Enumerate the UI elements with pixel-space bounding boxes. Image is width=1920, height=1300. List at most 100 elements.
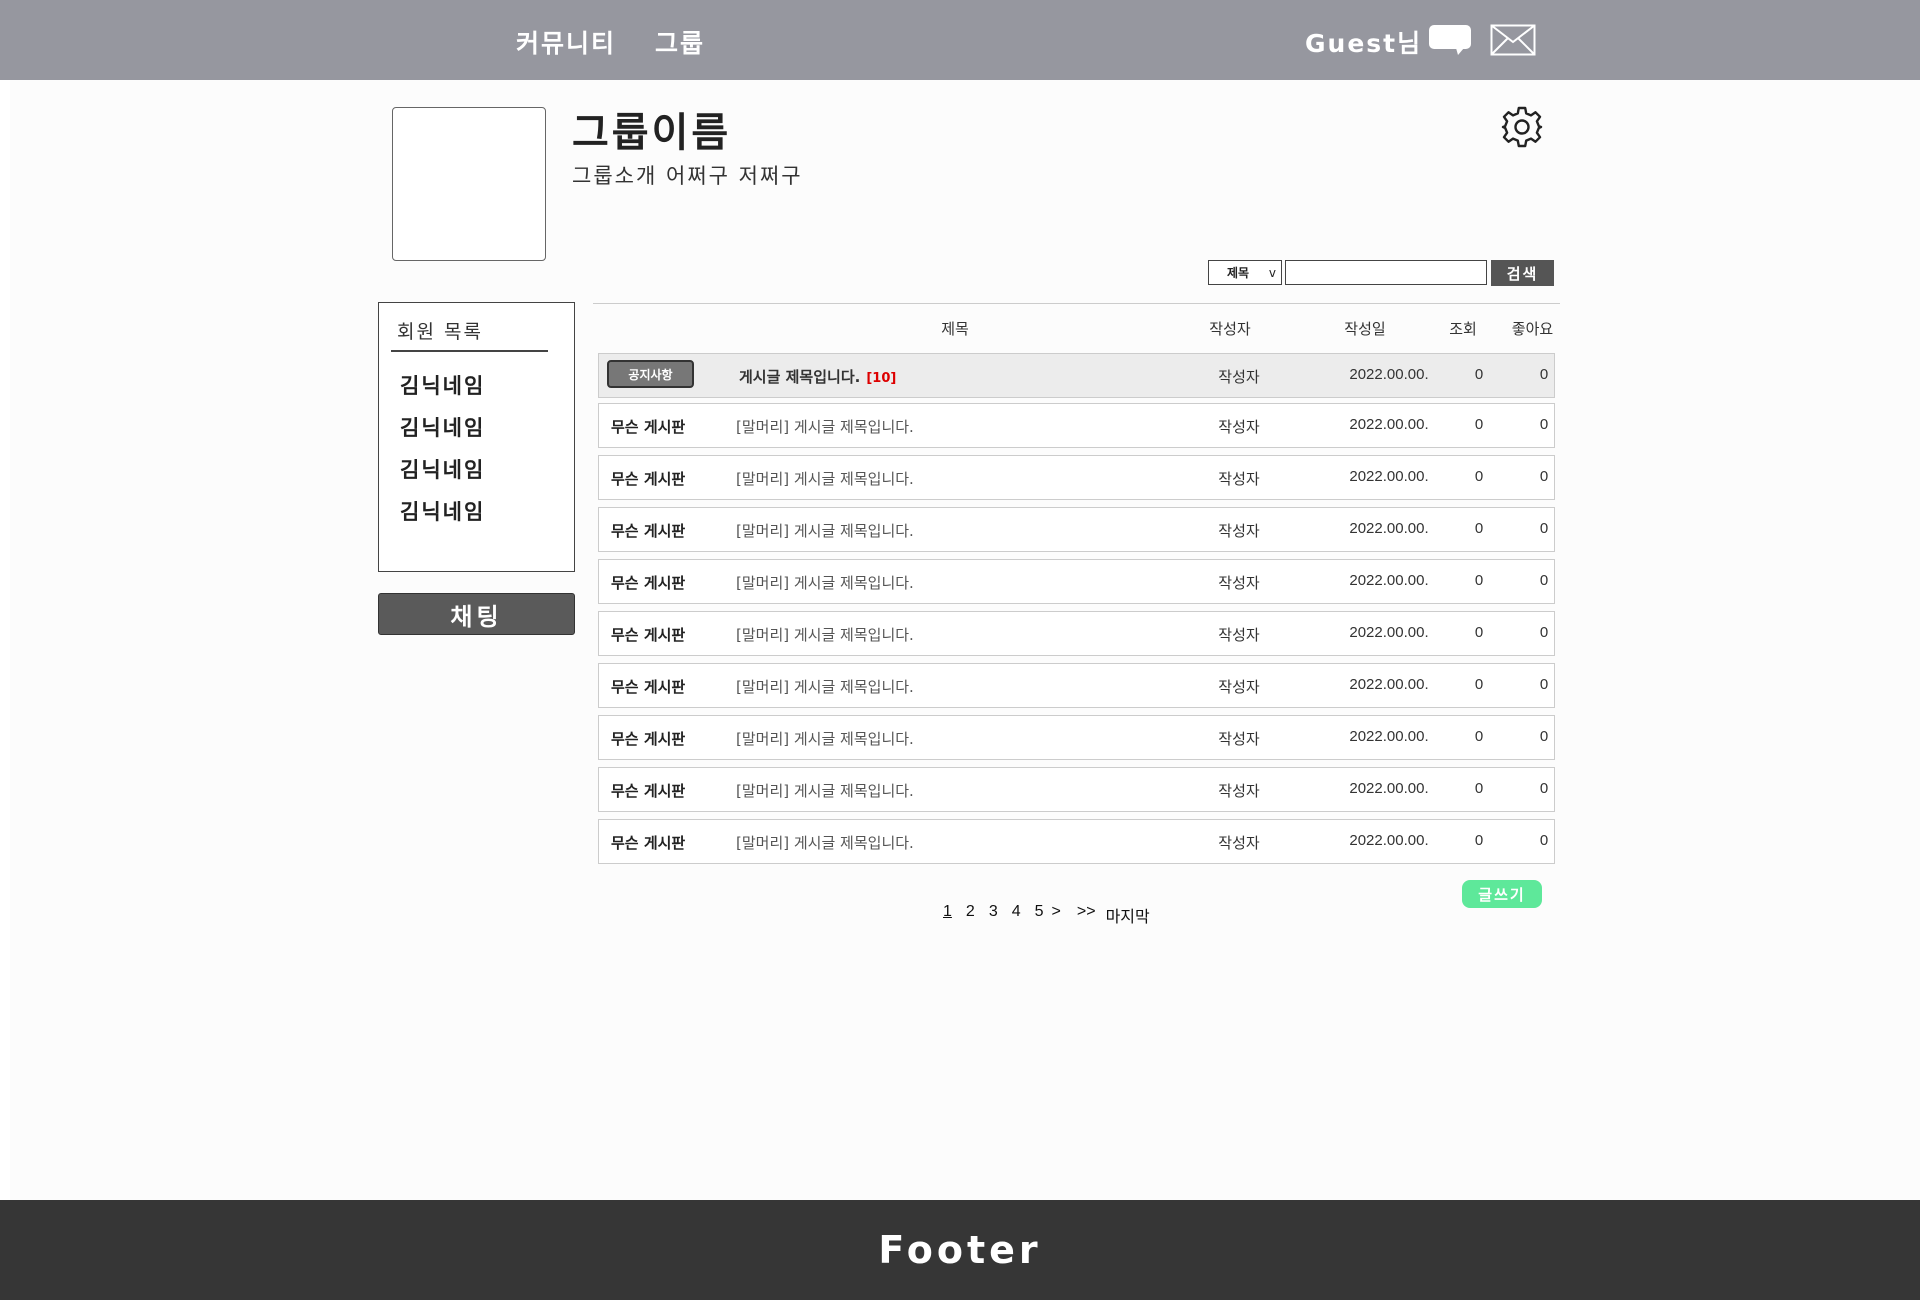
row-category: 무슨 게시판 <box>611 730 686 748</box>
row-category: 무슨 게시판 <box>611 418 686 436</box>
last-page-button[interactable]: 마지막 <box>1106 903 1150 927</box>
group-description: 그룹소개 어쩌구 저쩌구 <box>572 164 803 188</box>
table-row[interactable]: 무슨 게시판 [말머리] 게시글 제목입니다. 작성자 2022.00.00. … <box>598 455 1555 500</box>
row-date: 2022.00.00. <box>1349 624 1429 641</box>
row-category: 무슨 게시판 <box>611 782 686 800</box>
row-likes: 0 <box>1539 468 1549 485</box>
member-item[interactable]: 김닉네임 <box>400 454 485 484</box>
row-views: 0 <box>1474 676 1484 693</box>
row-views: 0 <box>1474 416 1484 433</box>
row-views: 0 <box>1474 366 1484 383</box>
row-views: 0 <box>1474 624 1484 641</box>
search-input[interactable] <box>1285 260 1487 285</box>
notice-title-text: 게시글 제목입니다. <box>739 368 861 386</box>
row-date: 2022.00.00. <box>1349 416 1429 433</box>
row-date: 2022.00.00. <box>1349 832 1429 849</box>
row-author: 작성자 <box>1218 834 1260 852</box>
member-item[interactable]: 김닉네임 <box>400 412 485 442</box>
table-row[interactable]: 무슨 게시판 [말머리] 게시글 제목입니다. 작성자 2022.00.00. … <box>598 819 1555 864</box>
row-likes: 0 <box>1539 572 1549 589</box>
chat-button[interactable]: 채팅 <box>378 593 575 635</box>
row-author: 작성자 <box>1218 368 1260 386</box>
comment-count-badge: [10] <box>866 371 897 386</box>
row-title[interactable]: [말머리] 게시글 제목입니다. <box>736 624 914 645</box>
table-row[interactable]: 무슨 게시판 [말머리] 게시글 제목입니다. 작성자 2022.00.00. … <box>598 767 1555 812</box>
row-category: 무슨 게시판 <box>611 522 686 540</box>
row-category: 무슨 게시판 <box>611 574 686 592</box>
page-link-4[interactable]: 4 <box>1012 903 1021 927</box>
row-likes: 0 <box>1539 780 1549 797</box>
column-header-views: 조회 <box>1449 320 1477 338</box>
row-category: 무슨 게시판 <box>611 626 686 644</box>
table-row[interactable]: 무슨 게시판 [말머리] 게시글 제목입니다. 작성자 2022.00.00. … <box>598 663 1555 708</box>
column-header-title: 제목 <box>941 320 969 338</box>
search-button[interactable]: 검색 <box>1491 260 1554 286</box>
write-post-button[interactable]: 글쓰기 <box>1462 880 1542 908</box>
row-author: 작성자 <box>1218 522 1260 540</box>
row-date: 2022.00.00. <box>1349 468 1429 485</box>
row-date: 2022.00.00. <box>1349 520 1429 537</box>
notice-title[interactable]: 게시글 제목입니다. [10] <box>739 366 896 387</box>
row-category: 무슨 게시판 <box>611 678 686 696</box>
table-row[interactable]: 무슨 게시판 [말머리] 게시글 제목입니다. 작성자 2022.00.00. … <box>598 611 1555 656</box>
row-author: 작성자 <box>1218 470 1260 488</box>
next-block-button[interactable]: >> <box>1077 903 1096 927</box>
group-profile-image <box>392 107 546 261</box>
page-link-5[interactable]: 5 <box>1035 903 1044 927</box>
row-likes: 0 <box>1539 832 1549 849</box>
mail-icon[interactable] <box>1490 24 1536 56</box>
column-header-likes: 좋아요 <box>1511 320 1554 338</box>
row-title[interactable]: [말머리] 게시글 제목입니다. <box>736 676 914 697</box>
row-views: 0 <box>1474 832 1484 849</box>
member-item[interactable]: 김닉네임 <box>400 496 485 526</box>
row-views: 0 <box>1474 572 1484 589</box>
row-title[interactable]: [말머리] 게시글 제목입니다. <box>736 572 914 593</box>
row-date: 2022.00.00. <box>1349 780 1429 797</box>
table-row[interactable]: 무슨 게시판 [말머리] 게시글 제목입니다. 작성자 2022.00.00. … <box>598 559 1555 604</box>
row-title[interactable]: [말머리] 게시글 제목입니다. <box>736 832 914 853</box>
member-item[interactable]: 김닉네임 <box>400 370 485 400</box>
gear-icon[interactable] <box>1500 105 1544 149</box>
notice-badge: 공지사항 <box>607 360 694 388</box>
member-list-panel: 회원 목록 김닉네임 김닉네임 김닉네임 김닉네임 <box>378 302 575 572</box>
row-author: 작성자 <box>1218 782 1260 800</box>
chat-bubble-icon[interactable] <box>1428 24 1472 56</box>
table-row[interactable]: 무슨 게시판 [말머리] 게시글 제목입니다. 작성자 2022.00.00. … <box>598 507 1555 552</box>
table-row[interactable]: 무슨 게시판 [말머리] 게시글 제목입니다. 작성자 2022.00.00. … <box>598 715 1555 760</box>
nav-group-link[interactable]: 그룹 <box>655 24 705 60</box>
guest-user-label[interactable]: Guest님 <box>1305 24 1422 60</box>
row-category: 무슨 게시판 <box>611 470 686 488</box>
page-link-3[interactable]: 3 <box>989 903 998 927</box>
row-title[interactable]: [말머리] 게시글 제목입니다. <box>736 468 914 489</box>
row-author: 작성자 <box>1218 678 1260 696</box>
row-title[interactable]: [말머리] 게시글 제목입니다. <box>736 780 914 801</box>
search-field-select[interactable]: 제목 v <box>1208 260 1282 285</box>
page-link-1[interactable]: 1 <box>943 903 952 927</box>
row-likes: 0 <box>1539 728 1549 745</box>
row-title[interactable]: [말머리] 게시글 제목입니다. <box>736 520 914 541</box>
page-link-2[interactable]: 2 <box>966 903 975 927</box>
row-date: 2022.00.00. <box>1349 366 1429 383</box>
row-title[interactable]: [말머리] 게시글 제목입니다. <box>736 728 914 749</box>
row-views: 0 <box>1474 468 1484 485</box>
member-list-title: 회원 목록 <box>397 321 483 343</box>
row-author: 작성자 <box>1218 574 1260 592</box>
footer: Footer <box>0 1200 1920 1300</box>
row-likes: 0 <box>1539 624 1549 641</box>
notice-row[interactable]: 공지사항 게시글 제목입니다. [10] 작성자 2022.00.00. 0 0 <box>598 353 1555 398</box>
table-row[interactable]: 무슨 게시판 [말머리] 게시글 제목입니다. 작성자 2022.00.00. … <box>598 403 1555 448</box>
footer-text: Footer <box>878 1228 1042 1272</box>
row-views: 0 <box>1474 520 1484 537</box>
row-likes: 0 <box>1539 416 1549 433</box>
column-header-date: 작성일 <box>1344 320 1386 338</box>
row-author: 작성자 <box>1218 626 1260 644</box>
chevron-down-icon: v <box>1268 265 1276 280</box>
nav-community-link[interactable]: 커뮤니티 <box>516 24 616 60</box>
row-likes: 0 <box>1539 676 1549 693</box>
row-author: 작성자 <box>1218 730 1260 748</box>
row-category: 무슨 게시판 <box>611 834 686 852</box>
row-views: 0 <box>1474 780 1484 797</box>
row-title[interactable]: [말머리] 게시글 제목입니다. <box>736 416 914 437</box>
row-views: 0 <box>1474 728 1484 745</box>
next-page-button[interactable]: > <box>1052 903 1061 927</box>
